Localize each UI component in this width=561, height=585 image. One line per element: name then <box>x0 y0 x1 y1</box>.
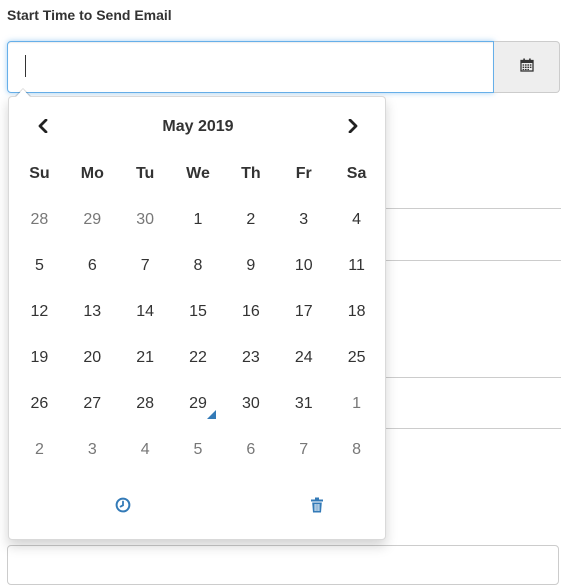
day-cell[interactable]: 19 <box>13 335 66 381</box>
day-grid: Su Mo Tu We Th Fr Sa 28 29 30 1 2 3 4 5 6 7 8 9 10 11 12 13 14… <box>13 151 383 473</box>
day-cell[interactable]: 15 <box>172 289 225 335</box>
day-cell[interactable]: 6 <box>66 243 119 289</box>
next-month-button[interactable] <box>325 109 381 145</box>
day-cell[interactable]: 5 <box>172 427 225 473</box>
background-field-border <box>386 260 561 261</box>
day-cell[interactable]: 9 <box>224 243 277 289</box>
day-cell-today[interactable]: 29 <box>172 381 225 427</box>
day-cell[interactable]: 4 <box>119 427 172 473</box>
week-row: 12 13 14 15 16 17 18 <box>13 289 383 335</box>
day-cell[interactable]: 28 <box>119 381 172 427</box>
day-cell[interactable]: 22 <box>172 335 225 381</box>
weekday-label: Fr <box>295 165 312 182</box>
day-cell[interactable]: 4 <box>330 197 383 243</box>
background-field-border <box>386 208 561 209</box>
day-cell[interactable]: 14 <box>119 289 172 335</box>
chevron-right-icon <box>347 116 359 139</box>
day-cell[interactable]: 31 <box>277 381 330 427</box>
day-cell[interactable]: 5 <box>13 243 66 289</box>
day-cell[interactable]: 3 <box>66 427 119 473</box>
day-cell[interactable]: 25 <box>330 335 383 381</box>
day-cell[interactable]: 8 <box>172 243 225 289</box>
calendar-icon <box>519 58 534 77</box>
weekday-label: Mo <box>80 165 104 182</box>
day-cell[interactable]: 11 <box>330 243 383 289</box>
day-cell[interactable]: 16 <box>224 289 277 335</box>
day-cell[interactable]: 13 <box>66 289 119 335</box>
clock-icon <box>115 497 131 518</box>
previous-month-button[interactable] <box>15 109 71 145</box>
day-cell[interactable]: 18 <box>330 289 383 335</box>
weekday-label: Sa <box>346 165 367 182</box>
day-cell[interactable]: 17 <box>277 289 330 335</box>
calendar-button[interactable] <box>494 41 560 93</box>
month-title[interactable]: May 2019 <box>69 109 327 145</box>
trash-icon <box>310 497 324 518</box>
day-cell[interactable]: 30 <box>224 381 277 427</box>
day-cell[interactable]: 2 <box>13 427 66 473</box>
datepicker-popup: May 2019 Su Mo Tu We Th Fr Sa 28 29 30 1 2 3 4 5 6 7 8 9 1… <box>8 96 386 540</box>
clear-button[interactable] <box>289 489 345 525</box>
start-time-input[interactable] <box>7 41 494 93</box>
day-cell[interactable]: 8 <box>330 427 383 473</box>
field-label: Start Time to Send Email <box>7 7 172 23</box>
weekday-label: Su <box>29 165 50 182</box>
week-row: 2345678 <box>13 427 383 473</box>
weekday-label: We <box>186 165 210 182</box>
day-cell[interactable]: 28 <box>13 197 66 243</box>
background-field-border <box>386 377 561 378</box>
datepicker-footer <box>13 489 383 525</box>
day-cell[interactable]: 3 <box>277 197 330 243</box>
day-cell[interactable]: 12 <box>13 289 66 335</box>
week-row: 26 27 28 29 30 31 1 <box>13 381 383 427</box>
day-cell[interactable]: 7 <box>277 427 330 473</box>
day-cell[interactable]: 20 <box>66 335 119 381</box>
day-cell[interactable]: 26 <box>13 381 66 427</box>
weekday-header-row: Su Mo Tu We Th Fr Sa <box>13 151 383 197</box>
day-cell[interactable]: 2 <box>224 197 277 243</box>
background-field-border <box>386 428 561 429</box>
day-cell[interactable]: 21 <box>119 335 172 381</box>
day-cell[interactable]: 29 <box>66 197 119 243</box>
datepicker-header: May 2019 <box>13 109 383 145</box>
day-cell[interactable]: 10 <box>277 243 330 289</box>
day-cell[interactable]: 24 <box>277 335 330 381</box>
day-cell[interactable]: 6 <box>224 427 277 473</box>
day-cell[interactable]: 23 <box>224 335 277 381</box>
weekday-label: Tu <box>135 165 155 182</box>
background-input[interactable] <box>7 545 559 585</box>
weekday-label: Th <box>241 165 261 182</box>
time-picker-button[interactable] <box>95 489 151 525</box>
text-cursor <box>25 55 26 77</box>
day-cell[interactable]: 7 <box>119 243 172 289</box>
chevron-left-icon <box>37 116 49 139</box>
week-row: 28 29 30 1 2 3 4 <box>13 197 383 243</box>
day-cell[interactable]: 30 <box>119 197 172 243</box>
day-cell[interactable]: 1 <box>330 381 383 427</box>
day-cell[interactable]: 27 <box>66 381 119 427</box>
picker-pointer-fill <box>16 89 30 97</box>
day-cell[interactable]: 1 <box>172 197 225 243</box>
week-row: 5 6 7 8 9 10 11 <box>13 243 383 289</box>
week-row: 19 20 21 22 23 24 25 <box>13 335 383 381</box>
